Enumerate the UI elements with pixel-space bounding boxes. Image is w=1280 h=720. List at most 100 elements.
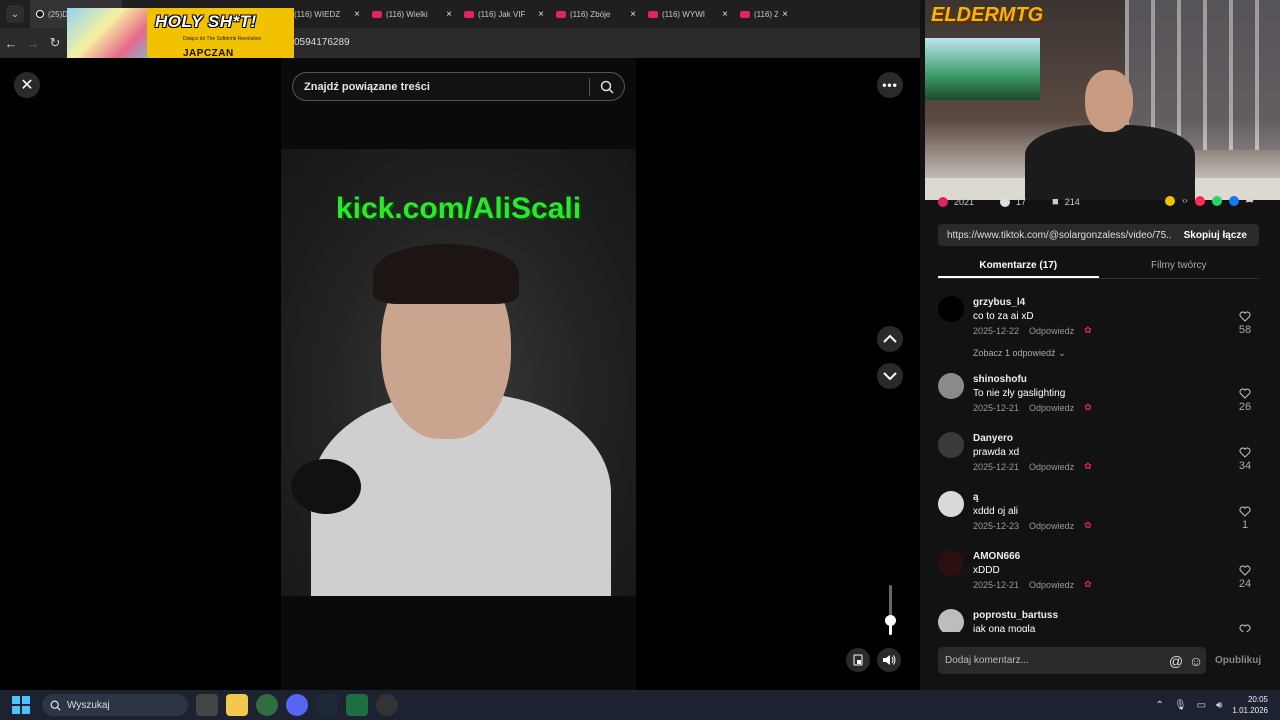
tab-close-icon[interactable]: × (538, 9, 544, 20)
clock[interactable]: 20:05 1.01.2026 (1232, 694, 1268, 716)
reply-link[interactable]: Odpowiedz (1029, 521, 1074, 531)
taskbar: Wyszukaj ⌃ 🎙︎ ▭ 🔊︎ 20:05 1.01.2026 (0, 690, 1280, 720)
gift-icon[interactable]: ✿ (1084, 402, 1092, 413)
copy-link-button[interactable]: Skopiuj łącze (1172, 230, 1259, 241)
microphone (291, 459, 361, 514)
speaker-icon (883, 655, 896, 665)
heart-icon[interactable] (1239, 565, 1251, 576)
comment-text: xddd oj ali (973, 506, 1019, 517)
reply-link[interactable]: Odpowiedz (1029, 403, 1074, 413)
gift-icon[interactable]: ✿ (1084, 520, 1092, 531)
add-comment-placeholder: Dodaj komentarz... (945, 655, 1029, 666)
comment-username[interactable]: shinoshofu (973, 374, 1027, 385)
tab-close-icon[interactable]: × (782, 9, 788, 20)
next-video-button[interactable] (877, 363, 903, 389)
whatsapp-icon[interactable] (1211, 196, 1222, 206)
comment-username[interactable]: AMON666 (973, 551, 1020, 562)
search-icon[interactable] (590, 80, 624, 94)
reply-link[interactable]: Odpowiedz (1029, 326, 1074, 336)
comment-username[interactable]: ą (973, 492, 979, 503)
heart-icon[interactable] (1239, 447, 1251, 458)
embed-icon[interactable]: ‹› (1182, 196, 1187, 207)
emoji-icon[interactable]: ☺ (1186, 653, 1206, 669)
heart-icon[interactable] (1239, 506, 1251, 517)
avatar[interactable] (938, 373, 964, 399)
file-explorer-icon[interactable] (226, 694, 248, 716)
reply-link[interactable]: Odpowiedz (1029, 580, 1074, 590)
comment-icon[interactable] (1000, 197, 1011, 207)
gift-icon[interactable]: ✿ (1084, 461, 1092, 472)
like-icon[interactable] (938, 197, 948, 207)
volume-knob[interactable] (885, 615, 896, 626)
share-arrow-icon[interactable]: ➦ (1246, 196, 1254, 207)
comment-username[interactable]: grzybus_l4 (973, 297, 1025, 308)
browser-tab[interactable]: (116) Zbóje × (550, 0, 642, 28)
gift-icon[interactable]: ✿ (1084, 325, 1092, 336)
share-send-icon[interactable] (1194, 196, 1205, 206)
windows-start-icon[interactable] (12, 696, 30, 714)
discord-icon[interactable] (286, 694, 308, 716)
microphone-icon[interactable]: 🎙︎ (1174, 700, 1187, 711)
volume-slider[interactable] (889, 585, 892, 635)
gift-icon[interactable]: ✿ (1084, 579, 1092, 590)
picture-in-picture-button[interactable] (846, 648, 870, 672)
network-icon[interactable]: ▭ (1197, 700, 1206, 711)
video-frame[interactable]: kick.com/AliScali (281, 149, 636, 596)
tray-overflow-icon[interactable]: ⌃ (1156, 700, 1164, 711)
heart-icon[interactable] (1239, 388, 1251, 399)
reply-link[interactable]: Odpowiedz (1029, 462, 1074, 472)
browser-tab[interactable]: (116) WYWI × (642, 0, 734, 28)
browser-tab[interactable]: (116) Zbada× (734, 0, 794, 28)
tab-comments[interactable]: Komentarze (17) (938, 254, 1099, 278)
tab-search-button[interactable]: ⌄ (6, 5, 24, 23)
back-icon[interactable]: ← (0, 36, 22, 51)
avatar[interactable] (938, 491, 964, 517)
person-hair (373, 244, 519, 304)
steam-icon[interactable] (316, 694, 338, 716)
avatar[interactable] (938, 296, 964, 322)
previous-video-button[interactable] (877, 326, 903, 352)
chrome-icon[interactable] (256, 694, 278, 716)
excel-icon[interactable] (346, 694, 368, 716)
browser-tab[interactable]: (116) Wielki × (366, 0, 458, 28)
system-tray: ⌃ 🎙︎ ▭ 🔊︎ 20:05 1.01.2026 (1156, 690, 1268, 720)
mute-button[interactable] (877, 648, 901, 672)
reload-icon[interactable]: ↻ (44, 35, 66, 51)
tab-close-icon[interactable]: × (446, 9, 452, 20)
avatar[interactable] (938, 609, 964, 632)
bookmark-icon[interactable]: ■ (1052, 196, 1059, 208)
comment-meta: 2025-12-21 Odpowiedz ✿ (973, 402, 1092, 413)
forward-icon[interactable]: → (22, 36, 44, 51)
tab-close-icon[interactable]: × (354, 9, 360, 20)
more-options-button[interactable]: ••• (877, 72, 903, 98)
avatar[interactable] (938, 432, 964, 458)
publish-button[interactable]: Opublikuj (1215, 655, 1261, 666)
video-link[interactable]: https://www.tiktok.com/@solargonzaless/v… (938, 230, 1172, 241)
taskbar-search[interactable]: Wyszukaj (42, 694, 188, 716)
heart-icon[interactable] (1239, 624, 1251, 632)
like-count: 58 (1238, 324, 1252, 336)
comment-username[interactable]: poprostu_bartuss (973, 610, 1058, 621)
task-view-icon[interactable] (196, 694, 218, 716)
tab-close-icon[interactable]: × (722, 9, 728, 20)
facebook-icon[interactable] (1228, 196, 1239, 206)
tab-creator-videos[interactable]: Filmy twórcy (1099, 254, 1260, 278)
like-count: 34 (1238, 460, 1252, 472)
mention-icon[interactable]: @ (1166, 653, 1186, 669)
search-input[interactable]: Znajdź powiązane treści (292, 72, 625, 101)
heart-icon[interactable] (1239, 311, 1251, 322)
comment-meta: 2025-12-22 Odpowiedz ✿ (973, 325, 1092, 336)
comment-likes: 34 (1234, 447, 1256, 472)
obs-icon[interactable] (376, 694, 398, 716)
tab-close-icon[interactable]: × (630, 9, 636, 20)
close-button[interactable]: ✕ (14, 72, 40, 98)
browser-tab[interactable]: (116) Jak VIF × (458, 0, 550, 28)
comment-count: 17 (1016, 197, 1027, 207)
comment-item: grzybus_l4 co to za ai xD 2025-12-22 Odpowi… (938, 294, 1259, 353)
volume-icon[interactable]: 🔊︎ (1216, 700, 1222, 711)
avatar[interactable] (938, 550, 964, 576)
url-text[interactable]: 0594176289 (294, 37, 350, 48)
share-coin-icon[interactable] (1165, 196, 1176, 206)
add-comment-field[interactable]: Dodaj komentarz... @ ☺ (938, 647, 1206, 674)
comment-username[interactable]: Danyero (973, 433, 1013, 444)
